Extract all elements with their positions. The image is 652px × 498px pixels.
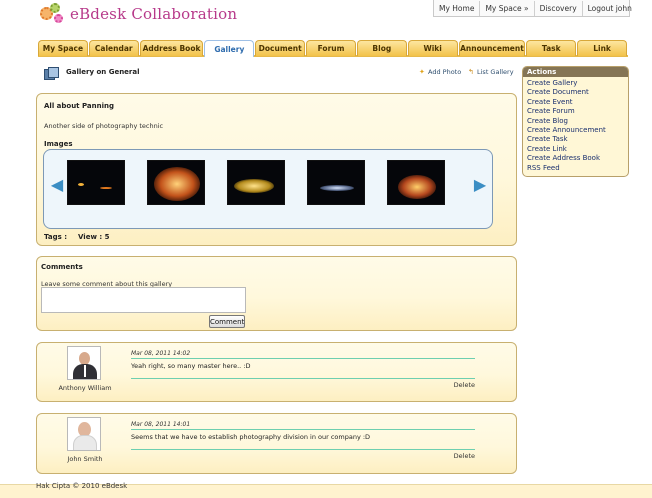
action-create-task[interactable]: Create Task <box>527 135 624 144</box>
action-create-gallery[interactable]: Create Gallery <box>527 79 624 88</box>
list-gallery-link[interactable]: ↰ List Gallery <box>468 68 514 76</box>
gallery-thumbnail[interactable] <box>387 160 445 205</box>
comment-text: Yeah right, so many master here.. :D <box>131 362 251 370</box>
comment-divider <box>131 378 475 379</box>
tab-wiki[interactable]: Wiki <box>407 40 458 56</box>
avatar <box>67 417 101 451</box>
image-carousel: ◀ ▶ <box>43 149 493 229</box>
logo-text: eBdesk Collaboration <box>70 5 238 23</box>
tab-my-space[interactable]: My Space <box>38 40 88 56</box>
add-photo-label: Add Photo <box>428 68 462 76</box>
add-photo-icon: ✦ <box>419 67 425 76</box>
actions-panel: Actions Create Gallery Create Document C… <box>522 66 629 177</box>
gallery-icon <box>44 67 60 81</box>
gallery-panel: All about Panning Another side of photog… <box>36 93 517 246</box>
action-create-address-book[interactable]: Create Address Book <box>527 154 624 163</box>
nav-logout[interactable]: Logout john <box>583 1 637 16</box>
comments-form-panel: Comments Leave some comment about this g… <box>36 256 517 331</box>
avatar <box>67 346 101 380</box>
list-gallery-label: List Gallery <box>477 68 514 76</box>
gears-icon <box>40 3 68 25</box>
nav-my-space[interactable]: My Space » <box>480 0 535 16</box>
comment-author: John Smith <box>67 455 103 463</box>
tab-link[interactable]: Link <box>577 40 627 56</box>
comment-divider <box>131 429 475 430</box>
tab-announcement[interactable]: Announcement <box>458 40 526 56</box>
gallery-thumbnail[interactable] <box>147 160 205 205</box>
view-count: View : 5 <box>78 233 110 241</box>
action-create-link[interactable]: Create Link <box>527 145 624 154</box>
comments-title: Comments <box>41 263 83 271</box>
app-logo[interactable]: eBdesk Collaboration <box>40 2 237 26</box>
comment-divider <box>131 358 475 359</box>
action-create-forum[interactable]: Create Forum <box>527 107 624 116</box>
page-title: Gallery on General <box>66 68 140 76</box>
comment-author: Anthony William <box>58 384 112 392</box>
comment-entry: John Smith Mar 08, 2011 14:01 Seems that… <box>36 413 517 474</box>
tab-blog[interactable]: Blog <box>356 40 407 56</box>
tab-address-book[interactable]: Address Book <box>139 40 204 56</box>
gallery-title: All about Panning <box>44 102 114 110</box>
add-photo-link[interactable]: ✦ Add Photo <box>419 68 461 76</box>
action-create-blog[interactable]: Create Blog <box>527 117 624 126</box>
nav-my-home[interactable]: My Home <box>434 0 481 16</box>
footer: Hak Cipta © 2010 eBdesk <box>0 482 652 498</box>
tab-task[interactable]: Task <box>526 40 577 56</box>
main-tabs: My Space Calendar Address Book Gallery D… <box>38 40 628 57</box>
comment-date: Mar 08, 2011 14:01 <box>131 421 191 428</box>
gallery-thumbnail[interactable] <box>67 160 125 205</box>
carousel-prev-icon[interactable]: ◀ <box>49 176 65 194</box>
action-create-announcement[interactable]: Create Announcement <box>527 126 624 135</box>
comment-textarea[interactable] <box>41 287 246 313</box>
action-create-event[interactable]: Create Event <box>527 98 624 107</box>
comment-button[interactable]: Comment <box>209 315 245 328</box>
carousel-next-icon[interactable]: ▶ <box>472 176 488 194</box>
top-navigation: My Home My Space » Discovery Logout john <box>433 0 632 17</box>
delete-comment-link[interactable]: Delete <box>454 381 475 389</box>
tags-label: Tags : <box>44 233 68 241</box>
tab-document[interactable]: Document <box>255 40 306 56</box>
comment-date: Mar 08, 2011 14:02 <box>131 350 191 357</box>
gallery-description: Another side of photography technic <box>44 122 164 130</box>
actions-title: Actions <box>523 67 628 77</box>
nav-discovery[interactable]: Discovery <box>535 0 583 16</box>
tab-calendar[interactable]: Calendar <box>88 40 139 56</box>
gallery-thumbnail[interactable] <box>227 160 285 205</box>
footer-copyright: Hak Cipta © 2010 eBdesk <box>36 482 128 490</box>
action-create-document[interactable]: Create Document <box>527 88 624 97</box>
gallery-thumbnail[interactable] <box>307 160 365 205</box>
comment-divider <box>131 449 475 450</box>
comment-text: Seems that we have to establish photogra… <box>131 433 371 441</box>
back-arrow-icon: ↰ <box>468 67 474 76</box>
action-rss-feed[interactable]: RSS Feed <box>527 164 624 173</box>
comment-entry: Anthony William Mar 08, 2011 14:02 Yeah … <box>36 342 517 402</box>
delete-comment-link[interactable]: Delete <box>454 452 475 460</box>
tab-gallery[interactable]: Gallery <box>204 40 255 57</box>
images-label: Images <box>44 140 73 148</box>
tab-forum[interactable]: Forum <box>306 40 356 56</box>
